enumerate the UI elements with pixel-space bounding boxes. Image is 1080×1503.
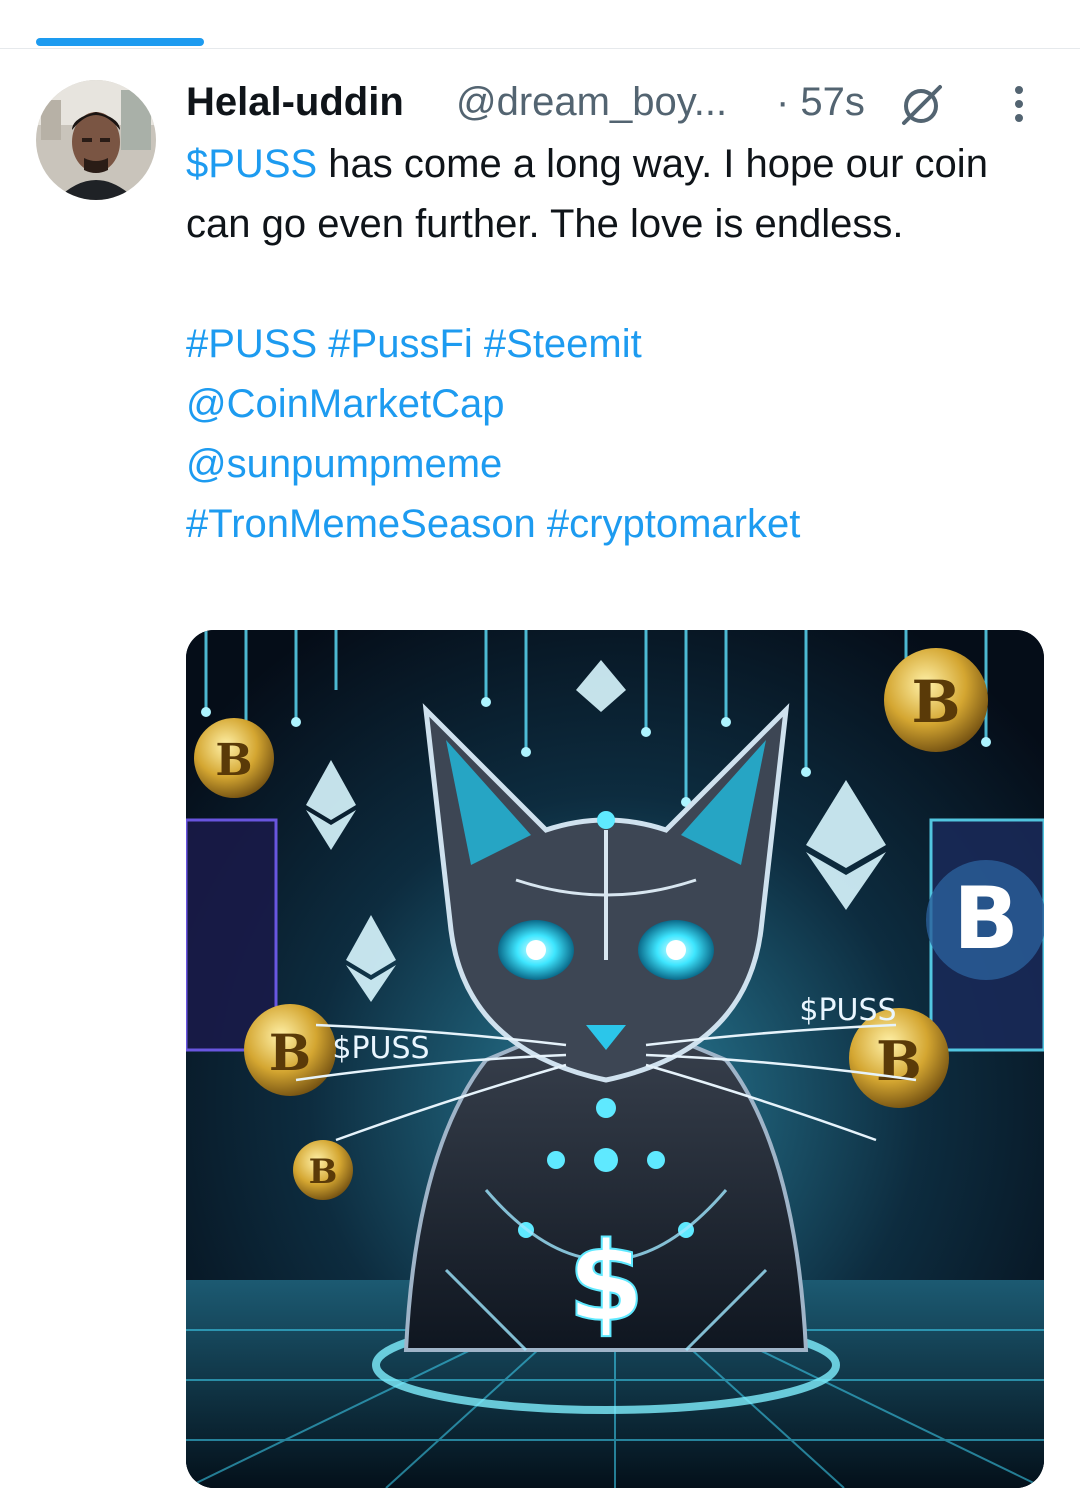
puss-label-left: $PUSS xyxy=(332,1031,429,1066)
tweet-text: $PUSS has come a long way. I hope our co… xyxy=(186,134,1016,554)
coin-label: B xyxy=(215,735,252,786)
user-handle[interactable]: @dream_boy... xyxy=(456,74,727,130)
coin-label: B xyxy=(911,668,960,736)
coin-label: B xyxy=(876,1029,922,1093)
hashtags-line-1[interactable]: #PUSS #PussFi #Steemit xyxy=(186,314,1016,374)
grok-icon[interactable] xyxy=(896,82,946,126)
cashtag-link[interactable]: $PUSS xyxy=(186,142,317,186)
puss-label-right: $PUSS xyxy=(799,993,896,1028)
mention-coinmarketcap[interactable]: @CoinMarketCap xyxy=(186,374,1016,434)
hashtags-line-2[interactable]: #TronMemeSeason #cryptomarket xyxy=(186,494,1016,554)
cyber-cat-illustration: B B B B B B $ $PUSS $PUSS xyxy=(186,630,1044,1488)
screen-coin-label: B xyxy=(953,869,1019,969)
center-dollar-sign: $ xyxy=(568,1218,645,1346)
avatar-photo-icon xyxy=(36,80,156,200)
avatar[interactable] xyxy=(36,80,156,200)
coin-label: B xyxy=(309,1152,338,1192)
active-tab-indicator xyxy=(36,38,204,46)
tweet-page: Helal-uddin @dream_boy... · 57s $PUSS ha… xyxy=(0,0,1080,1503)
more-options-icon[interactable] xyxy=(1004,80,1034,128)
mention-sunpumpmeme[interactable]: @sunpumpmeme xyxy=(186,434,1016,494)
display-name[interactable]: Helal-uddin xyxy=(186,74,404,130)
divider xyxy=(0,48,1080,49)
timestamp[interactable]: · 57s xyxy=(776,74,865,130)
coin-label: B xyxy=(269,1023,311,1082)
tweet-header: Helal-uddin @dream_boy... · 57s xyxy=(186,74,1046,130)
top-strip xyxy=(0,0,1080,50)
tweet-media-image[interactable]: B B B B B B $ $PUSS $PUSS xyxy=(186,630,1044,1488)
tweet-paragraph: $PUSS has come a long way. I hope our co… xyxy=(186,134,1016,254)
